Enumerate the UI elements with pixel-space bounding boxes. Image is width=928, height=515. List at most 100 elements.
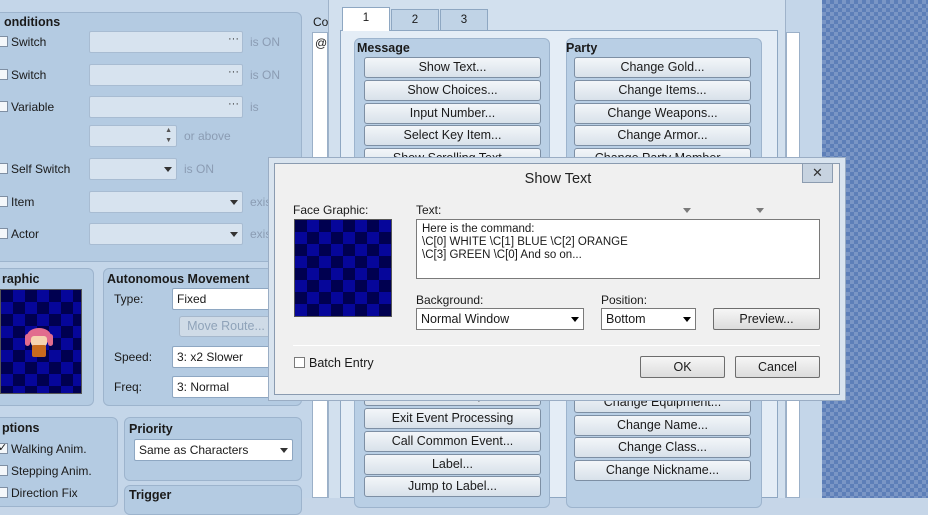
face-graphic-preview[interactable] [294,219,392,317]
condition-switch2-field[interactable]: ··· [89,64,243,86]
position-value: Bottom [606,312,646,326]
character-sprite [23,328,55,360]
condition-variable-checkbox[interactable] [0,101,8,112]
chevron-down-icon [683,317,691,322]
walking-anim-checkbox[interactable] [0,441,8,454]
conditions-title: onditions [4,15,61,29]
label-button[interactable]: Label... [364,454,541,475]
background-select[interactable]: Normal Window [416,308,584,330]
tab-1[interactable]: 1 [342,7,390,31]
background-label: Background: [416,293,484,307]
condition-actor-label: Actor [11,227,40,241]
condition-item-label: Item [11,195,35,209]
position-label: Position: [601,293,648,307]
stepping-anim-checkbox[interactable] [0,465,8,476]
condition-self-switch-select[interactable] [89,158,177,180]
condition-item-checkbox[interactable] [0,196,8,207]
graphic-title: raphic [2,272,40,286]
select-key-item-button[interactable]: Select Key Item... [364,125,541,146]
condition-actor-suffix: exis [250,227,272,241]
priority-select[interactable]: Same as Characters [134,439,293,461]
ok-button[interactable]: OK [640,356,725,378]
movement-freq-label: Freq: [114,380,143,394]
condition-variable-value-spinner[interactable]: ▲ ▼ [89,125,177,147]
message-line: Here is the command: [422,223,535,235]
condition-actor-checkbox[interactable] [0,228,8,239]
chevron-down-icon [683,208,691,213]
condition-variable-suffix: is [250,100,259,114]
movement-speed-label: Speed: [114,350,153,364]
dialog-title: Show Text [524,171,592,187]
condition-or-above-label: or above [184,129,231,143]
chevron-down-icon [230,200,238,205]
exit-event-processing-button[interactable]: Exit Event Processing [364,408,541,429]
ellipsis-icon: ··· [228,33,239,45]
text-label: Text: [416,203,442,217]
tab-3[interactable]: 3 [440,9,488,30]
condition-item-suffix: exis [250,195,272,209]
change-gold-button[interactable]: Change Gold... [574,57,751,78]
change-class-button[interactable]: Change Class... [574,437,751,458]
message-line: \C[0] WHITE \C[1] BLUE \C[2] ORANGE [422,236,628,248]
message-text-area[interactable]: Here is the command: \C[0] WHITE \C[1] B… [416,219,820,279]
change-equipment-button[interactable]: Change Equipment... [574,392,751,413]
dialog-close-button[interactable]: ✕ [802,163,833,183]
show-text-button[interactable]: Show Text... [364,57,541,78]
dialog-divider [293,345,820,346]
chevron-down-icon [756,208,764,213]
movement-type-value: Fixed [177,292,207,306]
condition-item-select[interactable] [89,191,243,213]
tab-2[interactable]: 2 [391,9,439,30]
condition-self-switch-label: Self Switch [11,162,71,176]
condition-switch2-checkbox[interactable] [0,69,8,80]
input-number-button[interactable]: Input Number... [364,103,541,124]
stepping-anim-label: Stepping Anim. [11,464,92,478]
condition-variable-label: Variable [11,100,55,114]
ellipsis-icon: ··· [228,98,239,110]
chevron-down-icon [571,317,579,322]
spin-down-icon[interactable]: ▼ [165,137,172,144]
autonomous-movement-title: Autonomous Movement [107,272,250,286]
change-weapons-button[interactable]: Change Weapons... [574,103,751,124]
show-choices-button[interactable]: Show Choices... [364,80,541,101]
condition-switch2-label: Switch [11,68,47,82]
preview-button[interactable]: Preview... [713,308,820,330]
party-title: Party [566,41,598,55]
condition-actor-select[interactable] [89,223,243,245]
chevron-down-icon [164,167,172,172]
spin-up-icon[interactable]: ▲ [165,127,172,134]
change-armor-button[interactable]: Change Armor... [574,125,751,146]
condition-switch1-suffix: is ON [250,35,280,49]
condition-switch1-checkbox[interactable] [0,36,8,47]
trigger-title: Trigger [129,488,172,502]
jump-to-label-button[interactable]: Jump to Label... [364,476,541,497]
condition-switch1-field[interactable]: ··· [89,31,243,53]
movement-speed-value: 3: x2 Slower [177,350,244,364]
direction-fix-checkbox[interactable] [0,487,8,498]
call-common-event-button[interactable]: Call Common Event... [364,431,541,452]
position-select[interactable]: Bottom [601,308,696,330]
cancel-button[interactable]: Cancel [735,356,820,378]
show-text-dialog: Show Text ✕ Face Graphic: Text: Here is … [274,163,840,395]
background-value: Normal Window [421,312,510,326]
ellipsis-icon: ··· [228,66,239,78]
condition-self-switch-suffix: is ON [184,162,214,176]
priority-title: Priority [129,422,173,436]
chevron-down-icon [230,232,238,237]
condition-switch1-label: Switch [11,35,47,49]
options-title: ptions [2,421,40,435]
change-items-button[interactable]: Change Items... [574,80,751,101]
face-graphic-label: Face Graphic: [293,203,369,217]
priority-value: Same as Characters [139,443,249,457]
contents-label: Co [313,15,329,29]
event-graphic-preview[interactable] [0,289,82,394]
batch-entry-label: Batch Entry [309,356,374,370]
move-route-button[interactable]: Move Route... [179,316,273,337]
close-icon: ✕ [812,165,823,180]
condition-variable-field[interactable]: ··· [89,96,243,118]
batch-entry-checkbox[interactable] [294,357,305,368]
change-nickname-button[interactable]: Change Nickname... [574,460,751,481]
condition-self-switch-checkbox[interactable] [0,163,8,174]
contents-first-line[interactable]: @ [315,36,327,50]
change-name-button[interactable]: Change Name... [574,415,751,436]
